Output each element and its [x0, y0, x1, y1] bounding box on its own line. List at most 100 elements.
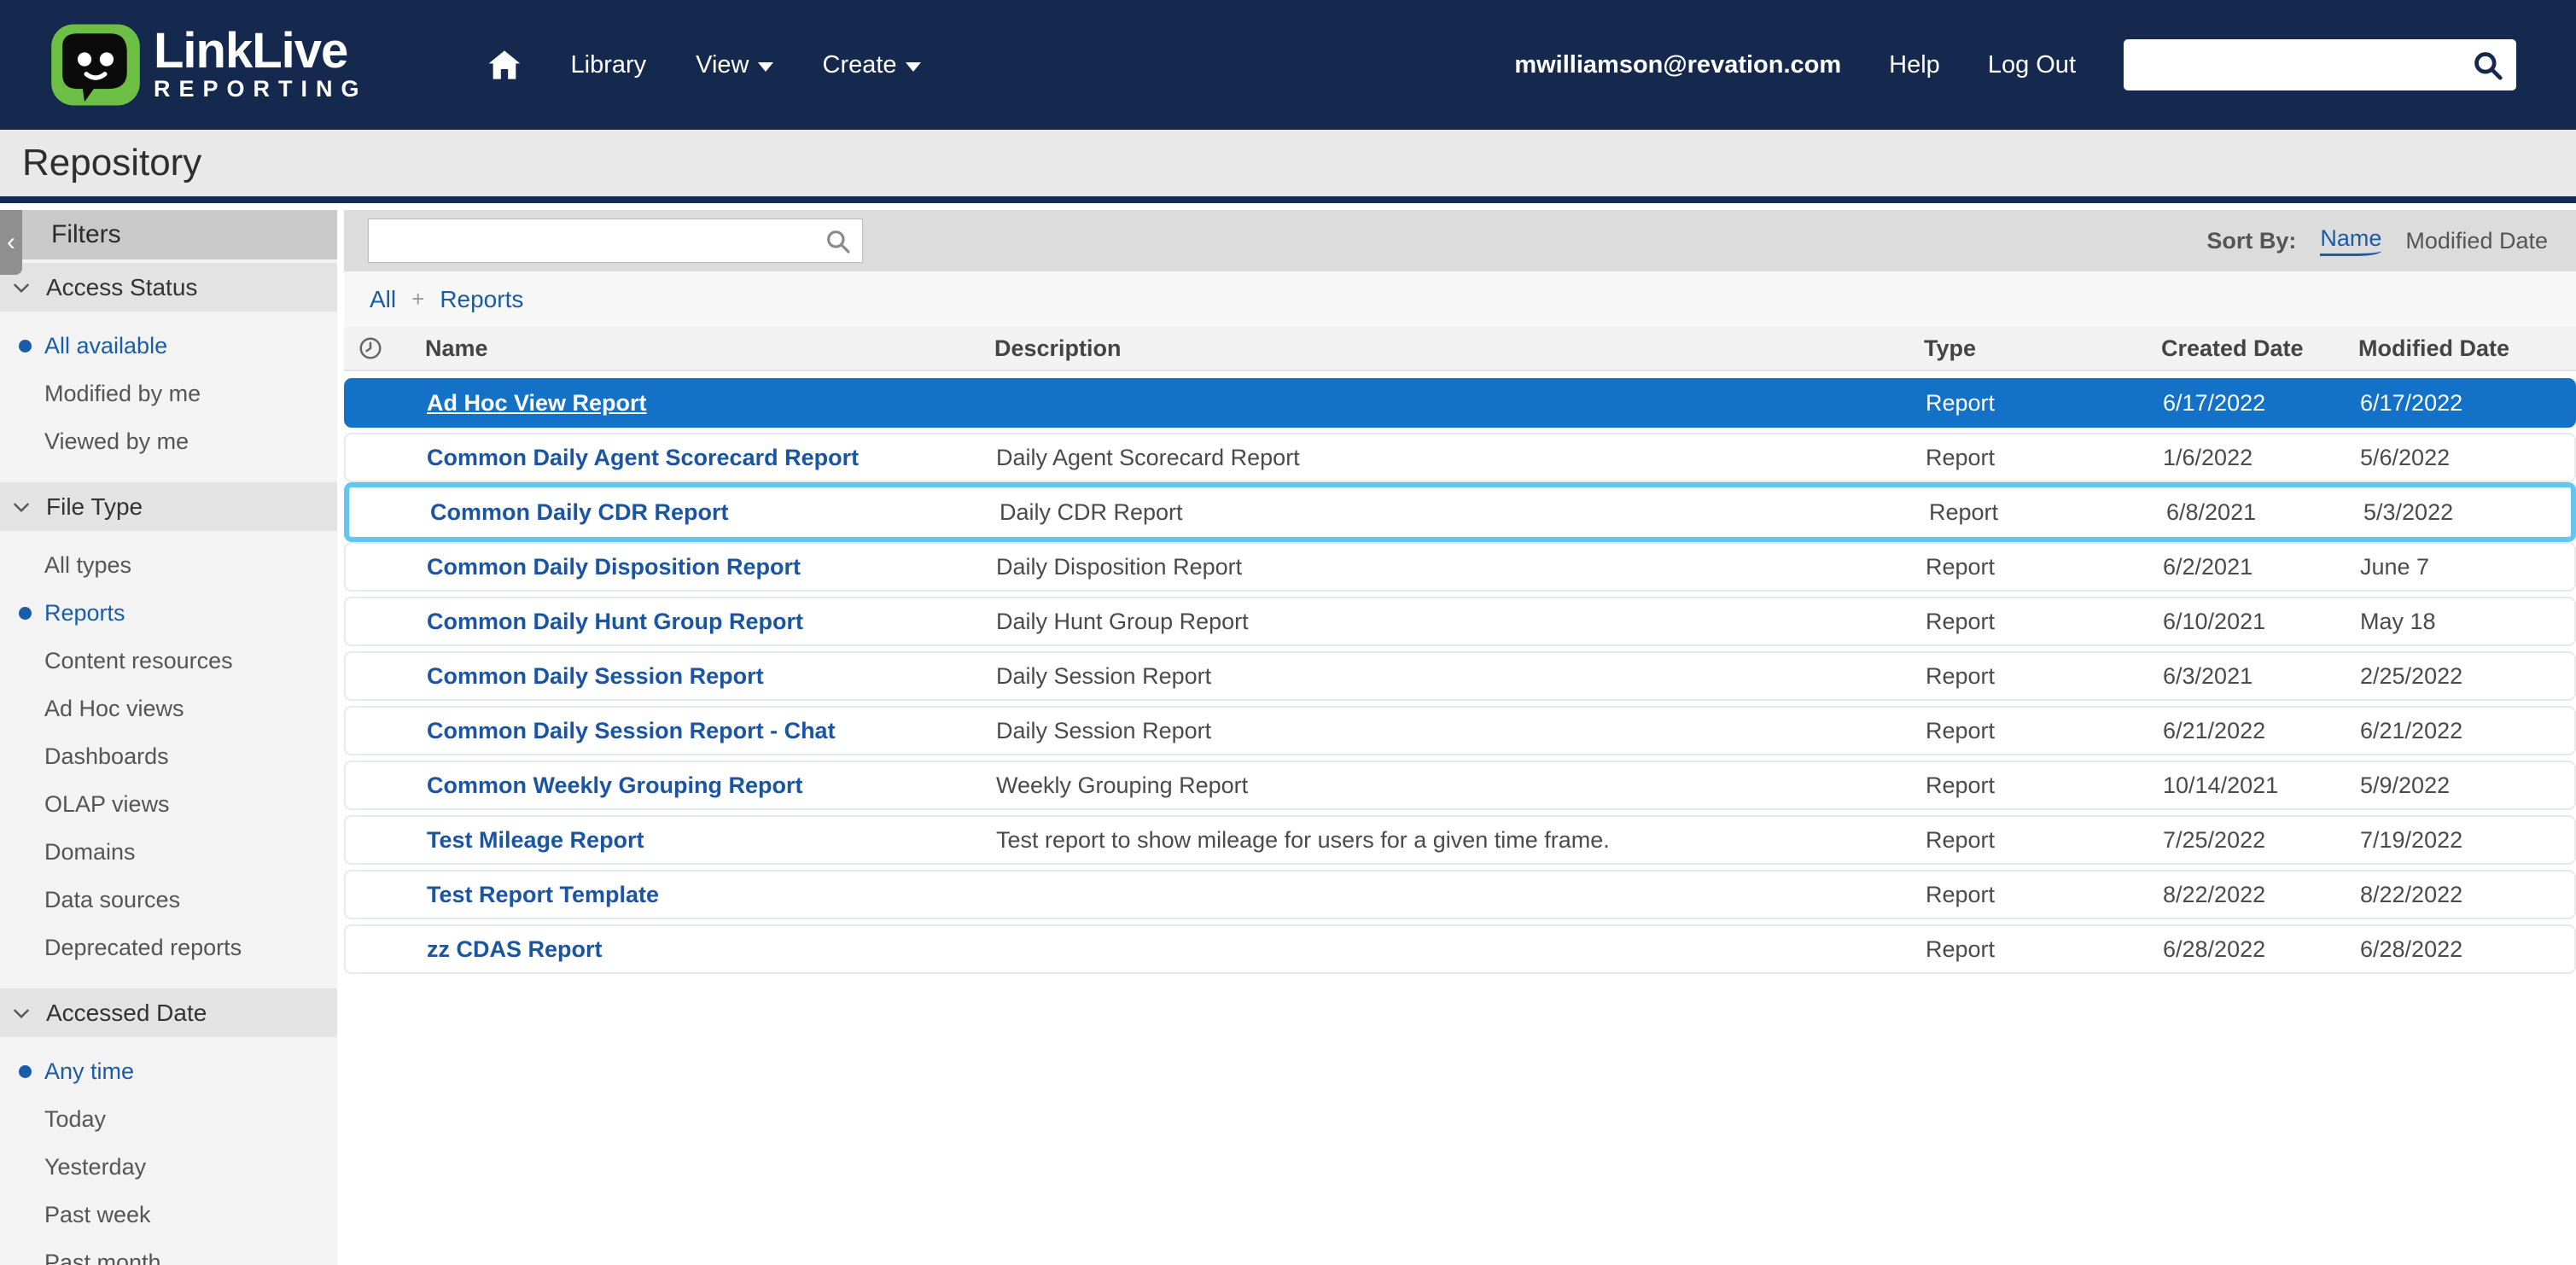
report-type: Report — [1926, 772, 2163, 799]
home-button[interactable] — [487, 48, 522, 82]
report-link[interactable]: zz CDAS Report — [427, 936, 603, 962]
filter-section-title: Accessed Date — [46, 1000, 207, 1027]
report-type: Report — [1926, 609, 2163, 635]
report-link[interactable]: Common Daily Session Report - Chat — [427, 718, 836, 743]
column-header-name[interactable]: Name — [425, 335, 994, 362]
report-name-cell: Common Daily Hunt Group Report — [427, 609, 996, 635]
report-modified-date: May 18 — [2360, 609, 2574, 635]
sidebar-item-label: Yesterday — [44, 1154, 146, 1180]
column-header-description[interactable]: Description — [994, 335, 1924, 362]
report-created-date: 6/28/2022 — [2163, 936, 2360, 963]
report-type: Report — [1926, 445, 2163, 471]
sidebar-item-modified-by-me[interactable]: Modified by me — [0, 370, 337, 417]
report-created-date: 6/17/2022 — [2163, 390, 2360, 417]
sidebar-item-all-available[interactable]: All available — [0, 322, 337, 370]
filter-section: File Type All typesReportsContent resourc… — [0, 482, 337, 985]
report-link[interactable]: Test Report Template — [427, 882, 659, 907]
sidebar-item-label: Domains — [44, 839, 136, 866]
report-link[interactable]: Common Daily Hunt Group Report — [427, 609, 803, 634]
table-row[interactable]: Test Report TemplateReport8/22/20228/22/… — [344, 870, 2576, 919]
search-icon[interactable] — [2472, 50, 2504, 82]
global-search-input[interactable] — [2124, 39, 2516, 90]
table-row[interactable]: Common Weekly Grouping ReportWeekly Grou… — [344, 761, 2576, 810]
sidebar-item-dashboards[interactable]: Dashboards — [0, 732, 337, 780]
sidebar-item-deprecated-reports[interactable]: Deprecated reports — [0, 924, 337, 971]
report-link[interactable]: Ad Hoc View Report — [427, 390, 647, 416]
chevron-down-icon — [10, 277, 32, 299]
sidebar-collapse-button[interactable]: ‹ — [0, 210, 22, 275]
sidebar-item-content-resources[interactable]: Content resources — [0, 637, 337, 685]
filter-section-header[interactable]: File Type — [0, 482, 337, 531]
table-row[interactable]: Ad Hoc View ReportReport6/17/20226/17/20… — [344, 378, 2576, 428]
table-row[interactable]: Common Daily CDR ReportDaily CDR ReportR… — [344, 482, 2576, 542]
table-row[interactable]: Common Daily Session Report - ChatDaily … — [344, 706, 2576, 755]
report-link[interactable]: Common Weekly Grouping Report — [427, 772, 803, 798]
filters-title: Filters — [51, 220, 121, 249]
nav-item-create[interactable]: Create — [823, 51, 921, 79]
report-link[interactable]: Common Daily Session Report — [427, 663, 764, 689]
report-link[interactable]: Common Daily CDR Report — [430, 499, 729, 525]
filter-section-header[interactable]: Access Status — [0, 263, 337, 312]
repository-page: LinkLive REPORTING Library View Create — [0, 0, 2576, 1265]
sidebar-item-any-time[interactable]: Any time — [0, 1047, 337, 1095]
nav-item-label: Create — [823, 51, 897, 79]
report-created-date: 6/10/2021 — [2163, 609, 2360, 635]
global-search-box — [2124, 39, 2516, 90]
report-name-cell: Test Report Template — [427, 882, 996, 908]
title-bar: Repository — [0, 130, 2576, 203]
plus-separator-icon: + — [411, 286, 424, 312]
sidebar-item-ad-hoc-views[interactable]: Ad Hoc views — [0, 685, 337, 732]
report-link[interactable]: Common Daily Disposition Report — [427, 554, 801, 580]
brand-logo[interactable]: LinkLive REPORTING — [50, 19, 368, 111]
sidebar-item-all-types[interactable]: All types — [0, 541, 337, 589]
sidebar-item-label: Deprecated reports — [44, 935, 242, 961]
table-row[interactable]: Common Daily Disposition ReportDaily Dis… — [344, 542, 2576, 592]
table-row[interactable]: Common Daily Hunt Group Report Daily Hunt… — [344, 597, 2576, 646]
breadcrumb-reports[interactable]: Reports — [440, 286, 523, 313]
nav-item-label: View — [696, 51, 749, 79]
column-header-type[interactable]: Type — [1924, 335, 2161, 362]
sidebar-item-olap-views[interactable]: OLAP views — [0, 780, 337, 828]
filter-section-header[interactable]: Accessed Date — [0, 988, 337, 1037]
sidebar-item-past-month[interactable]: Past month — [0, 1239, 337, 1265]
report-description: Test report to show mileage for users fo… — [996, 827, 1926, 854]
table-row[interactable]: zz CDAS ReportReport6/28/20226/28/2022 — [344, 924, 2576, 974]
sidebar-item-label: Today — [44, 1106, 106, 1133]
help-link[interactable]: Help — [1889, 51, 1940, 79]
report-description: Daily Hunt Group Report — [996, 609, 1926, 635]
report-link[interactable]: Test Mileage Report — [427, 827, 644, 853]
report-modified-date: June 7 — [2360, 554, 2574, 580]
sidebar-item-domains[interactable]: Domains — [0, 828, 337, 876]
sidebar-item-viewed-by-me[interactable]: Viewed by me — [0, 417, 337, 465]
column-header-modified-date[interactable]: Modified Date — [2358, 335, 2576, 362]
repository-search-input[interactable] — [369, 219, 862, 262]
report-name-cell: Common Weekly Grouping Report — [427, 772, 996, 799]
table-row[interactable]: Test Mileage Report Test report to show m… — [344, 815, 2576, 865]
breadcrumb-all[interactable]: All — [370, 286, 396, 313]
column-header-created-date[interactable]: Created Date — [2161, 335, 2358, 362]
table-header: Name Description Type Created Date Modif… — [344, 327, 2576, 371]
report-link[interactable]: Common Daily Agent Scorecard Report — [427, 445, 859, 470]
sidebar-item-reports[interactable]: Reports — [0, 589, 337, 637]
report-name-cell: Common Daily Agent Scorecard Report — [427, 445, 996, 471]
clock-icon — [358, 335, 383, 361]
search-icon[interactable] — [825, 228, 852, 255]
sidebar-item-today[interactable]: Today — [0, 1095, 337, 1143]
sidebar-item-data-sources[interactable]: Data sources — [0, 876, 337, 924]
scheduled-column-header[interactable] — [344, 335, 425, 361]
sort-option-name[interactable]: Name — [2320, 225, 2381, 256]
table-row[interactable]: Common Daily Agent Scorecard Report Daily… — [344, 433, 2576, 482]
report-created-date: 6/2/2021 — [2163, 554, 2360, 580]
report-name-cell: Common Daily CDR Report — [430, 499, 1000, 526]
nav-item-label: Library — [571, 51, 647, 79]
report-description: Daily Agent Scorecard Report — [996, 445, 1926, 471]
nav-item-view[interactable]: View — [696, 51, 772, 79]
sidebar-item-yesterday[interactable]: Yesterday — [0, 1143, 337, 1191]
nav-item-library[interactable]: Library — [571, 51, 647, 79]
sort-option-modified-date[interactable]: Modified Date — [2405, 228, 2548, 254]
report-type: Report — [1926, 936, 2163, 963]
sidebar-item-past-week[interactable]: Past week — [0, 1191, 337, 1239]
logout-link[interactable]: Log Out — [1988, 51, 2076, 79]
filter-section-title: File Type — [46, 493, 143, 521]
table-row[interactable]: Common Daily Session ReportDaily Session… — [344, 651, 2576, 701]
